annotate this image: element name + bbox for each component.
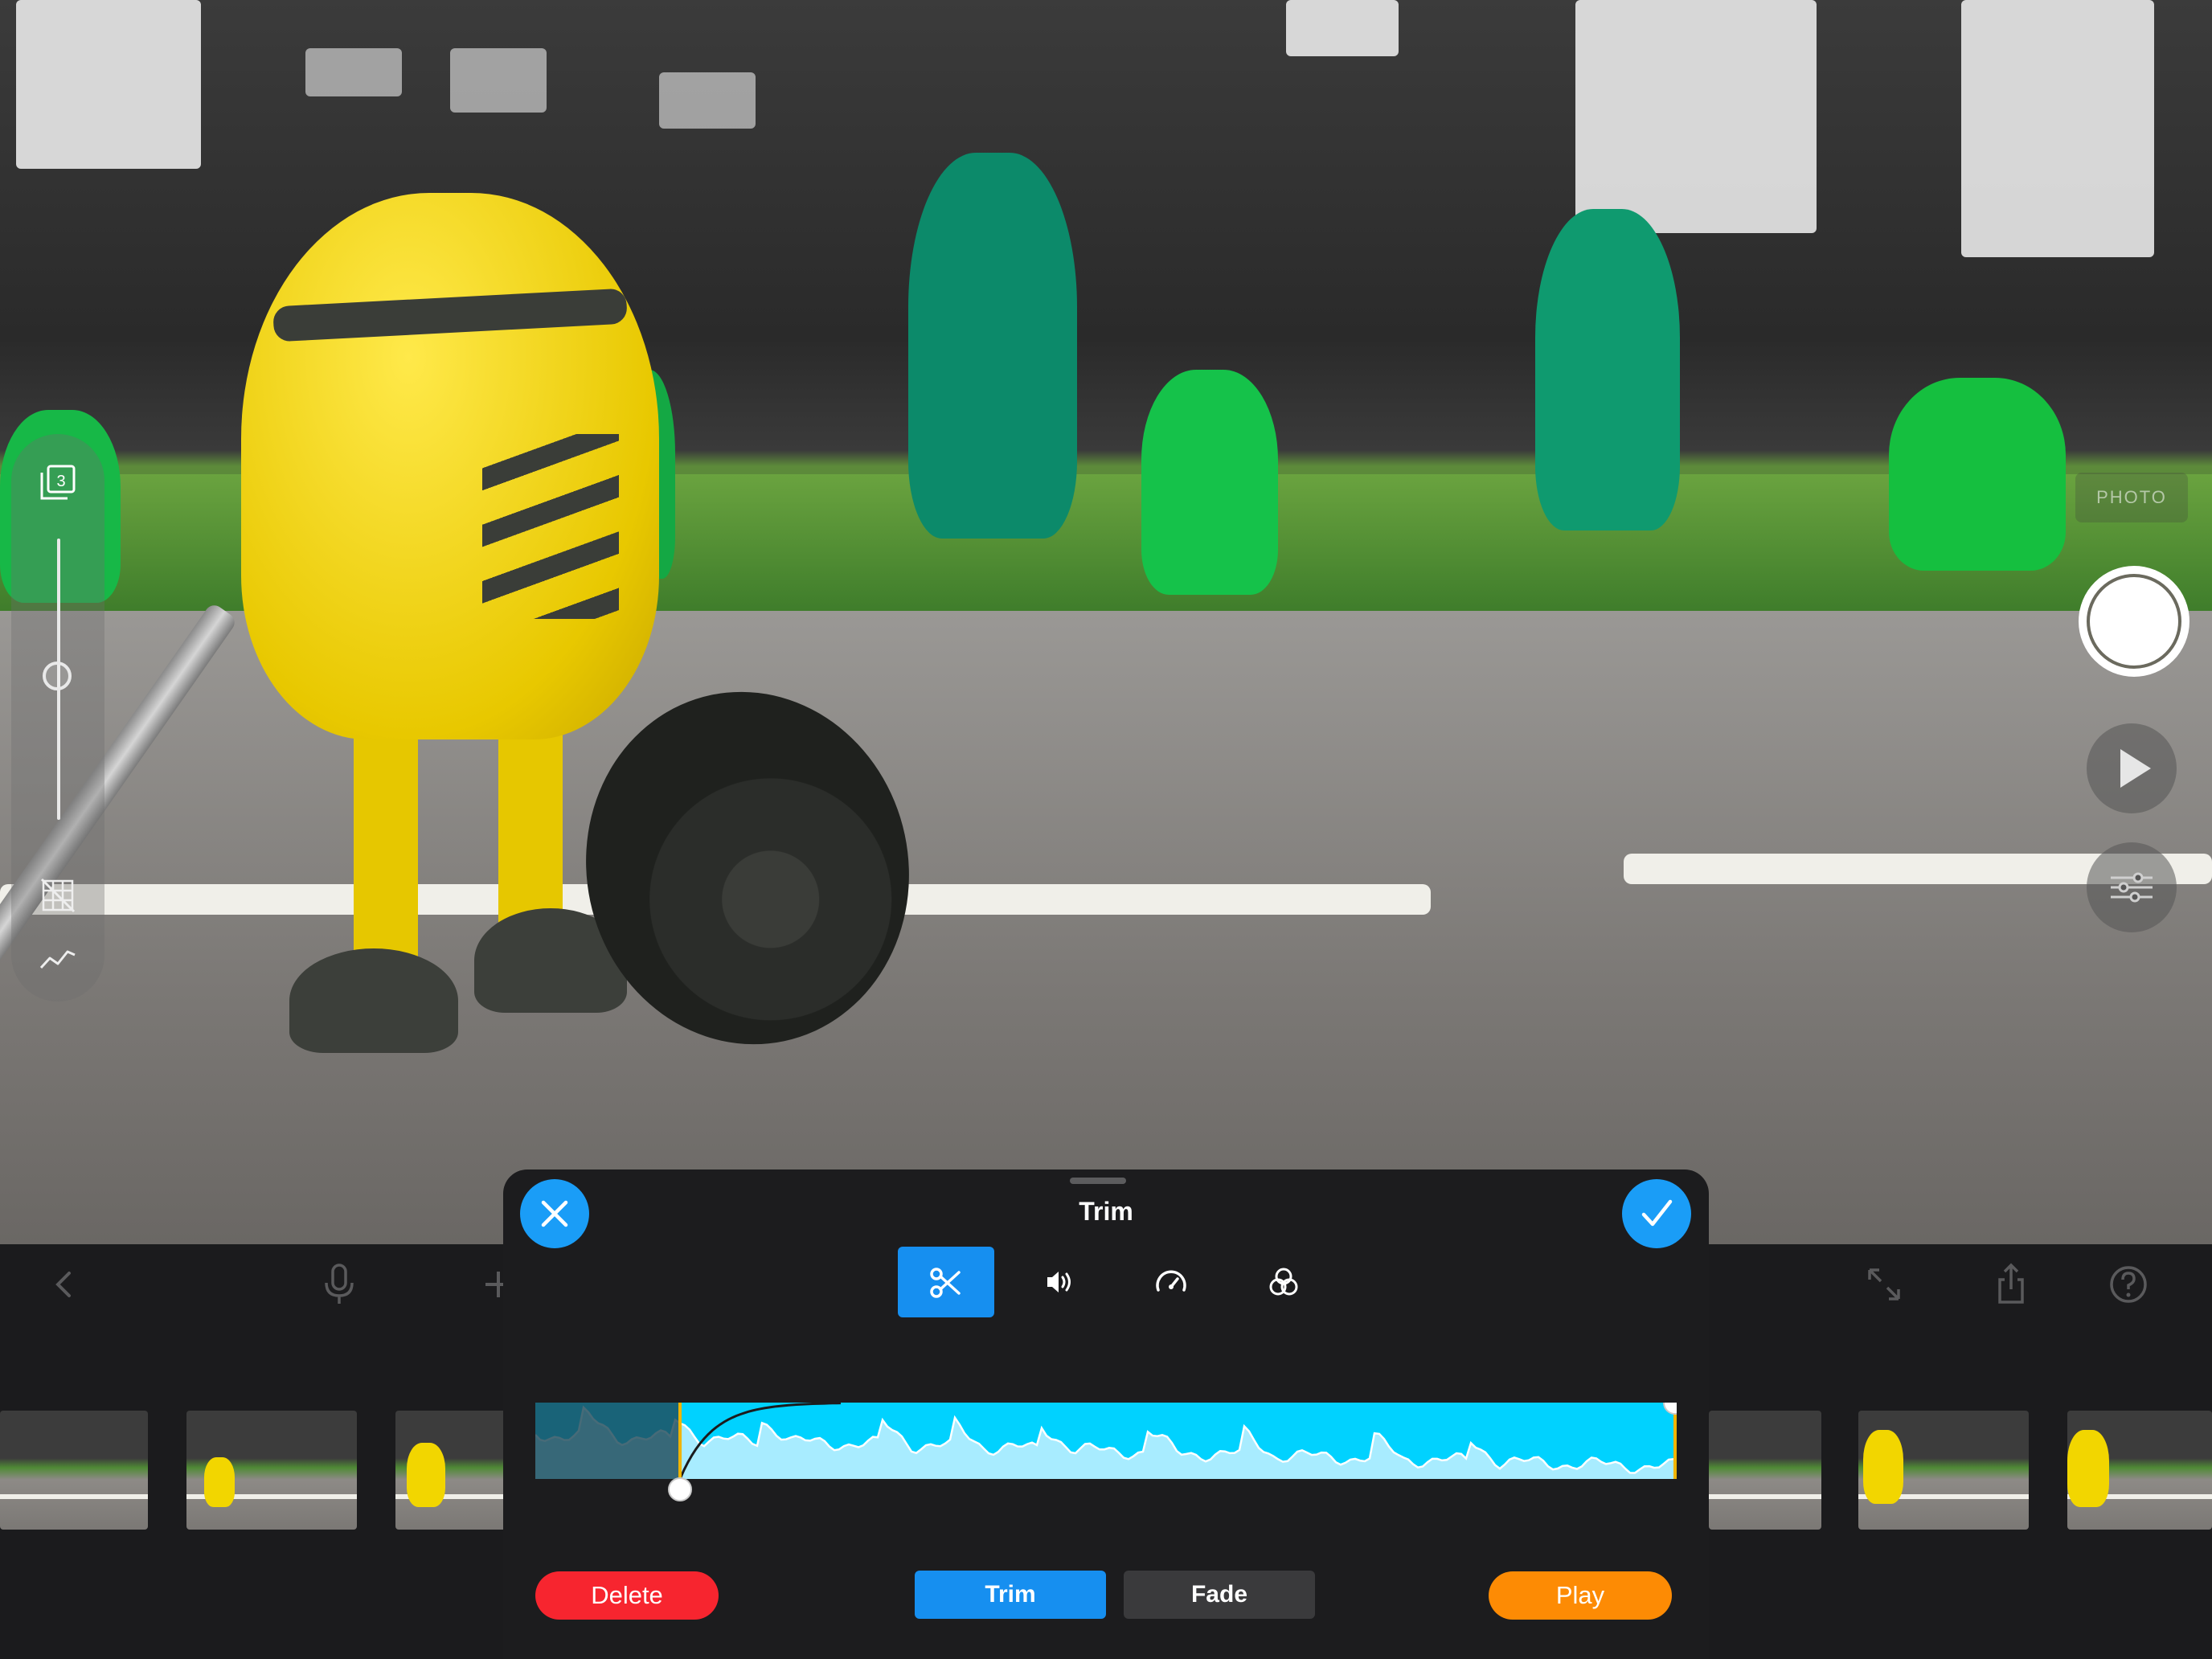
audio-waveform[interactable] — [535, 1391, 1687, 1507]
fade-mode-button[interactable]: Fade — [1124, 1571, 1315, 1619]
fullscreen-icon[interactable] — [1860, 1260, 1908, 1309]
microphone-icon[interactable] — [315, 1260, 363, 1309]
cancel-button[interactable] — [520, 1179, 589, 1248]
backdrop-patch — [16, 0, 201, 169]
clay-tree — [1141, 370, 1278, 595]
filmstrip-frame[interactable] — [2067, 1411, 2212, 1530]
backdrop-patch — [1961, 0, 2154, 257]
layer-count: 3 — [56, 473, 65, 490]
robot-chevrons — [482, 434, 619, 619]
photo-mode-label[interactable]: PHOTO — [2075, 473, 2188, 522]
camera-preview — [0, 0, 2212, 1244]
play-button[interactable]: Play — [1489, 1571, 1672, 1620]
share-icon[interactable] — [1987, 1260, 2035, 1309]
clay-tree — [1889, 378, 2066, 571]
close-icon — [541, 1200, 568, 1227]
tool-volume[interactable] — [1010, 1247, 1107, 1317]
preview-play-button[interactable] — [2087, 723, 2177, 813]
graph-icon[interactable] — [39, 942, 77, 974]
backdrop-patch — [1575, 0, 1817, 233]
panel-title: Trim — [1079, 1197, 1133, 1226]
panel-grabber[interactable] — [1070, 1178, 1126, 1184]
opacity-slider-knob[interactable] — [43, 662, 72, 690]
filmstrip-frame[interactable] — [186, 1411, 357, 1530]
settings-sliders-icon — [2111, 872, 2153, 903]
tool-speed[interactable] — [1123, 1247, 1219, 1317]
filmstrip-frame[interactable] — [1709, 1411, 1821, 1530]
speaker-icon — [1047, 1272, 1071, 1292]
help-icon[interactable] — [2104, 1260, 2153, 1309]
trim-start-line — [678, 1403, 682, 1485]
backdrop-patch — [659, 72, 756, 129]
tool-trim[interactable] — [898, 1247, 994, 1317]
back-chevron-icon[interactable] — [40, 1260, 88, 1309]
backdrop-patch — [450, 48, 547, 113]
scissors-icon — [930, 1268, 961, 1298]
filmstrip-frame[interactable] — [0, 1411, 148, 1530]
checkmark-icon — [1641, 1199, 1673, 1227]
robot-foot — [289, 948, 458, 1053]
clay-tree — [908, 153, 1077, 539]
layers-icon[interactable]: 3 — [39, 463, 77, 502]
trim-mode-button[interactable]: Trim — [915, 1571, 1106, 1619]
backdrop-patch — [305, 48, 402, 96]
trimmed-out-region — [535, 1403, 680, 1479]
onion-skin-panel: 3 — [11, 434, 104, 1002]
delete-button[interactable]: Delete — [535, 1571, 719, 1620]
trim-start-handle[interactable] — [668, 1477, 692, 1501]
play-icon — [2120, 749, 2151, 788]
shutter-button[interactable] — [2079, 566, 2189, 677]
clay-tree — [1535, 209, 1680, 530]
backdrop-patch — [1286, 0, 1399, 56]
camera-settings-button[interactable] — [2087, 842, 2177, 932]
confirm-button[interactable] — [1622, 1179, 1691, 1248]
grid-off-icon[interactable] — [39, 876, 77, 915]
speedometer-icon — [1156, 1270, 1186, 1292]
color-circles-icon — [1269, 1268, 1298, 1296]
filmstrip-frame[interactable] — [395, 1411, 508, 1530]
tool-color[interactable] — [1235, 1247, 1332, 1317]
filmstrip-frame[interactable] — [1858, 1411, 2029, 1530]
